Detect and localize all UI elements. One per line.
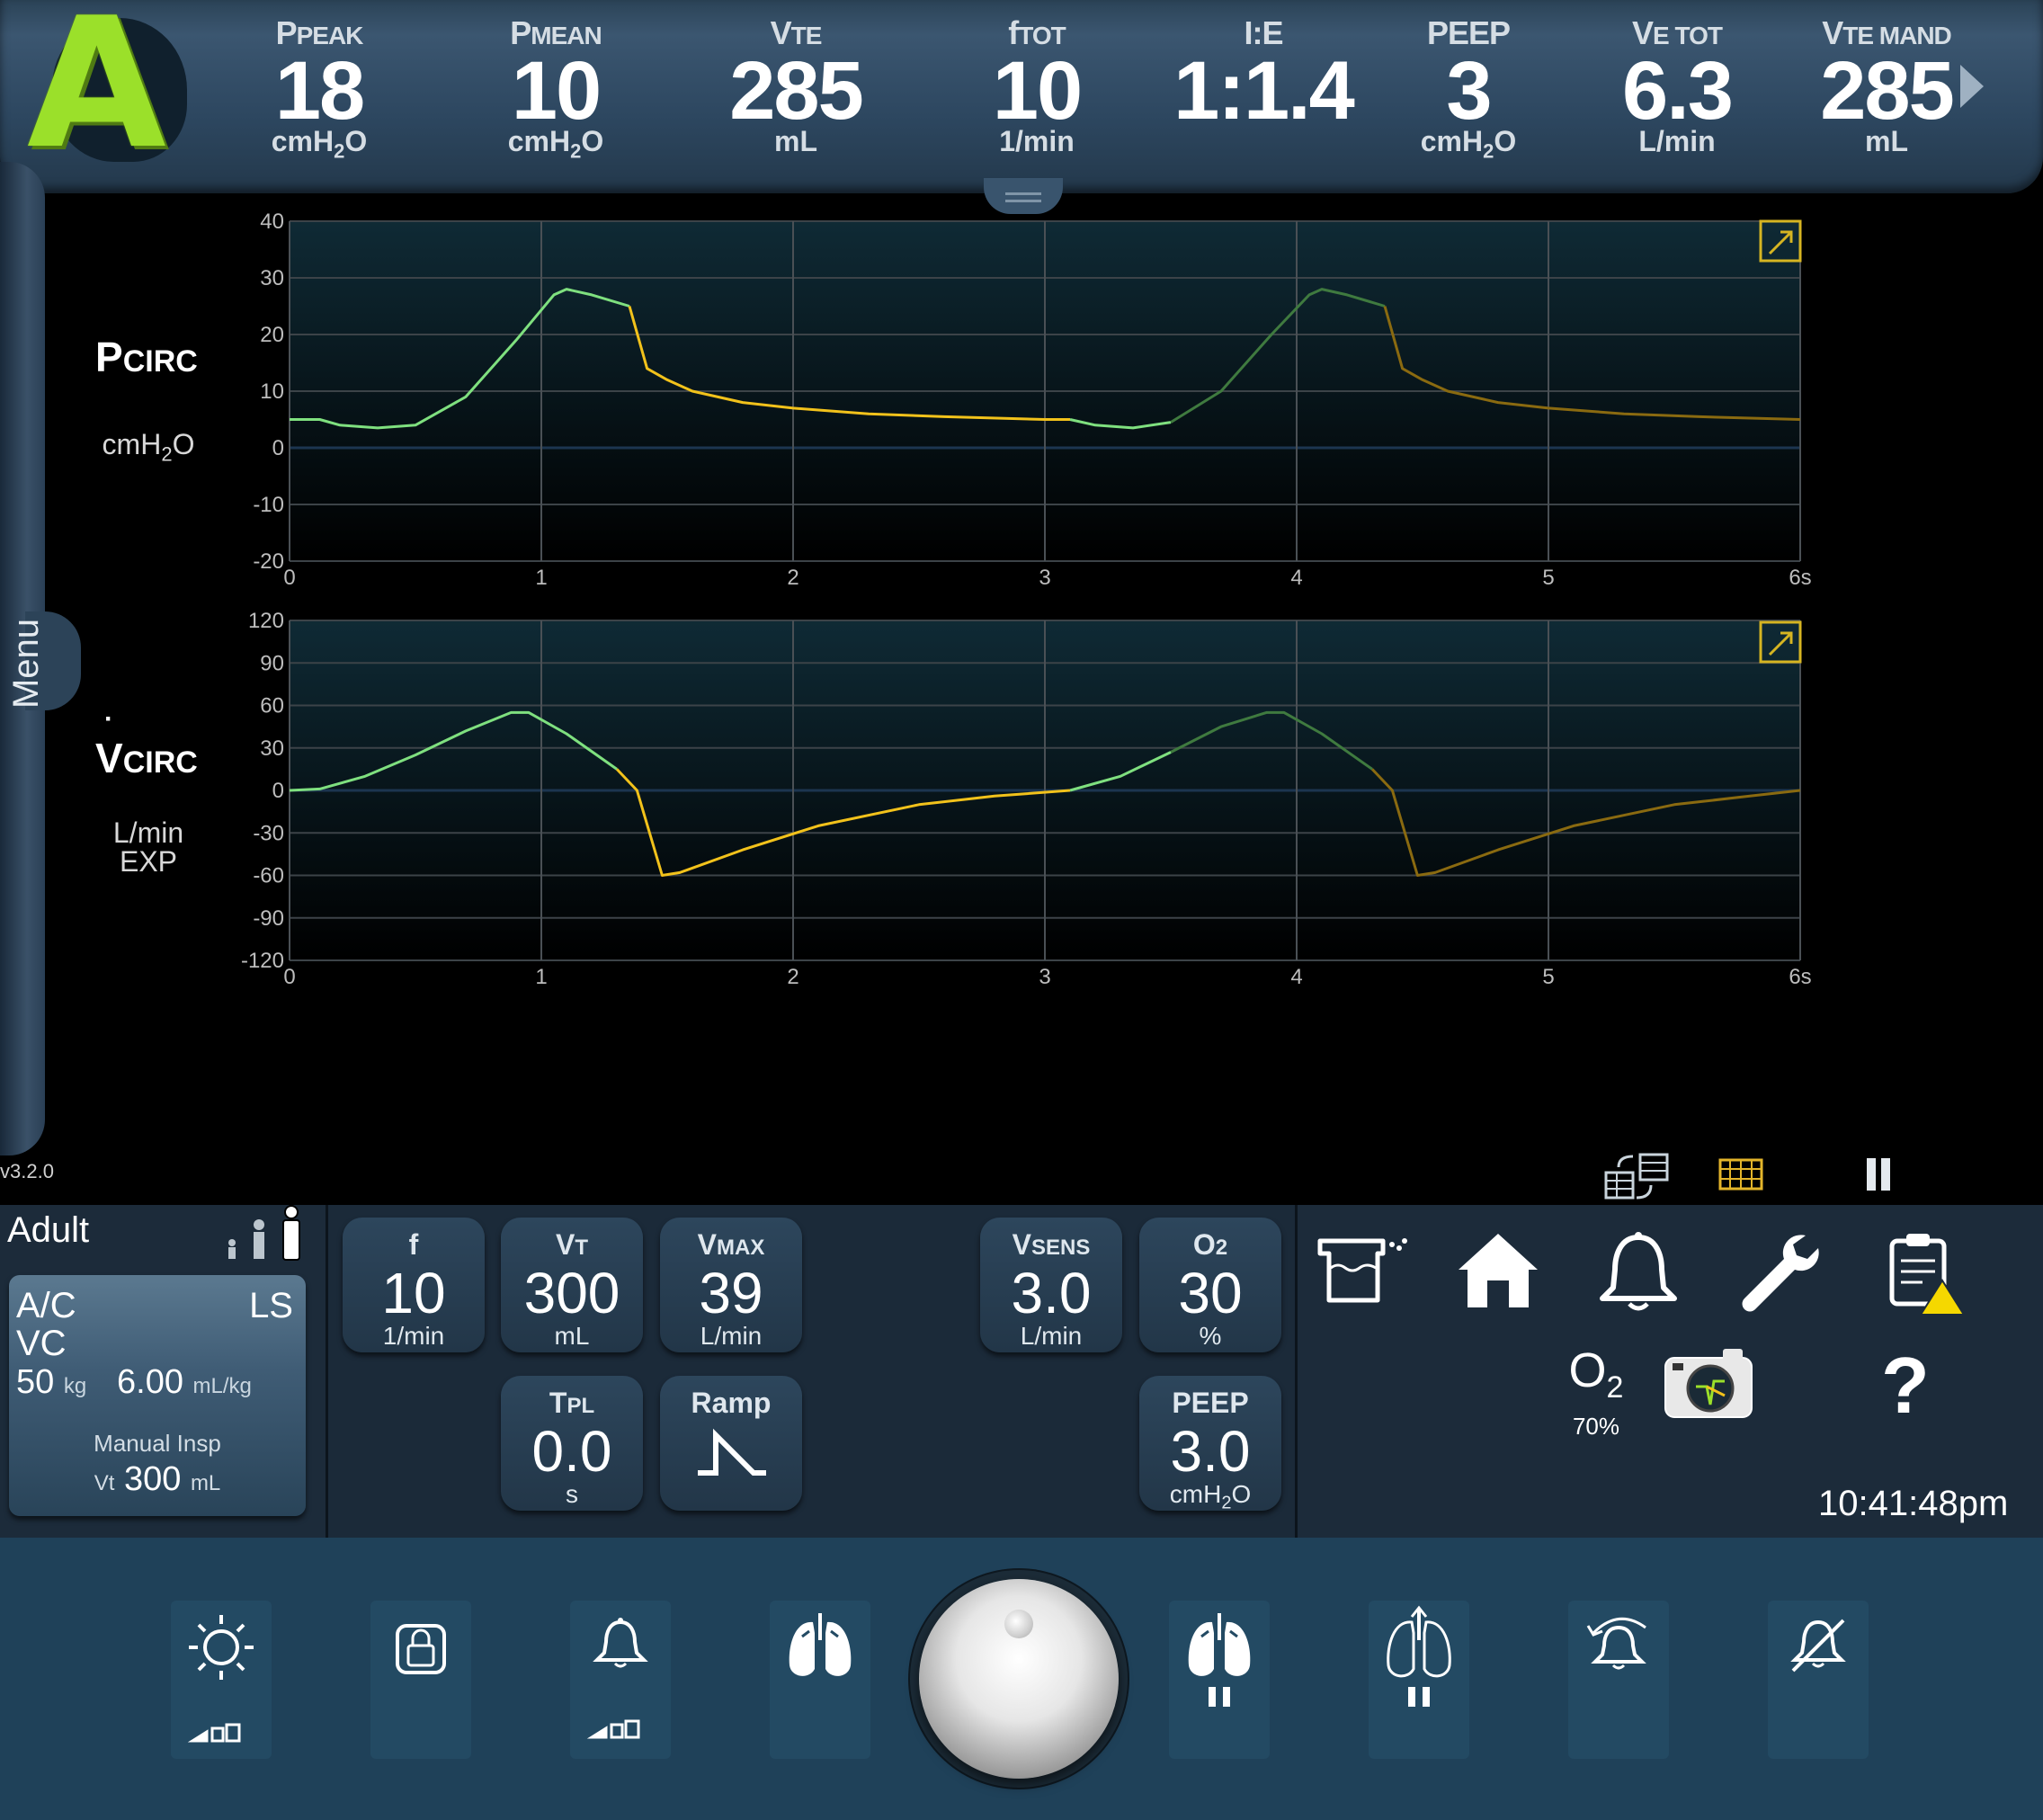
ventilation-mode-card[interactable]: A/C LS VC 50 kg 6.00 mL/kg Manual Insp V…: [9, 1275, 306, 1516]
mode-type: A/C: [16, 1286, 76, 1325]
flow-xtick: 2: [787, 965, 798, 989]
setting-flow-pattern[interactable]: Ramp: [660, 1376, 802, 1511]
screen-lock-key[interactable]: [370, 1601, 471, 1759]
pressure-xtick: 1: [535, 566, 547, 590]
alarm-reset-icon: [1586, 1617, 1646, 1670]
setting-peep[interactable]: PEEP 3.0 cmH2O: [1139, 1376, 1281, 1513]
inspiratory-hold-key[interactable]: [1169, 1601, 1270, 1759]
pressure-xtick: 3: [1039, 566, 1050, 590]
control-knob[interactable]: [919, 1579, 1119, 1779]
pressure-ytick: -20: [253, 549, 284, 574]
patient-size-icon[interactable]: [219, 1203, 309, 1266]
pressure-ytick: 40: [260, 210, 284, 234]
flow-xtick: 4: [1290, 965, 1302, 989]
flow-ytick: 90: [260, 651, 284, 675]
flow-xtick: 5: [1542, 965, 1554, 989]
manual-insp-label: Manual Insp: [94, 1430, 221, 1457]
setting-vmax[interactable]: VMAX 39 L/min: [660, 1218, 802, 1352]
event-log-clipboard-icon[interactable]: [1887, 1228, 1967, 1318]
flow-chart: 1209060300-30-60-90-1200 1 2 3 4 5 6s: [241, 609, 1812, 989]
manual-breath-key[interactable]: [770, 1601, 870, 1759]
flow-ytick: 120: [248, 609, 284, 633]
setting-rate[interactable]: f 10 1/min: [343, 1218, 485, 1352]
patient-weight: 50 kg: [16, 1363, 87, 1401]
flow-xtick: 1: [535, 965, 547, 989]
inspiratory-hold-icon: [1188, 1613, 1251, 1707]
manual-vt: Vt 300 mL: [94, 1460, 221, 1498]
software-version: v3.2.0: [0, 1160, 54, 1182]
breath-trigger: LS: [249, 1286, 293, 1325]
screenshot-camera-icon[interactable]: [1660, 1345, 1759, 1426]
pressure-ytick: 20: [260, 323, 284, 347]
clock: 10:41:48pm: [1818, 1484, 2009, 1523]
setting-vsens[interactable]: VSENS 3.0 L/min: [980, 1218, 1122, 1352]
pressure-ytick: 0: [272, 436, 284, 460]
pressure-ytick: 30: [260, 266, 284, 290]
flow-xtick: 6s: [1789, 965, 1811, 989]
alarm-silence-key[interactable]: [1768, 1601, 1869, 1759]
vt-per-kg: 6.00 mL/kg: [117, 1363, 252, 1401]
pressure-chart: 403020100-10-200 1 2 3 4 5 6s: [253, 210, 1811, 590]
flow-ytick: 30: [260, 736, 284, 761]
waveform-charts: 403020100-10-200 1 2 3 4 5 6s 1209060300-30-60…: [241, 210, 1812, 989]
pressure-xtick: 4: [1290, 566, 1302, 590]
o2-status[interactable]: O2 70%: [1538, 1345, 1655, 1441]
alarm-volume-key[interactable]: [570, 1601, 671, 1759]
brightness-key[interactable]: [171, 1601, 272, 1759]
flow-ytick: 60: [260, 694, 284, 718]
expiratory-hold-key[interactable]: [1369, 1601, 1469, 1759]
grid-toggle-icon[interactable]: [1717, 1155, 1766, 1194]
flow-ytick: -60: [253, 864, 284, 888]
pressure-xtick: 6s: [1789, 566, 1811, 590]
expiratory-hold-icon: [1387, 1605, 1451, 1707]
pressure-xtick: 5: [1542, 566, 1554, 590]
ramp-waveform-icon: [698, 1428, 766, 1476]
pressure-xtick: 2: [787, 566, 798, 590]
flow-xtick: 3: [1039, 965, 1050, 989]
help-button[interactable]: ?: [1881, 1340, 1930, 1432]
control-type: VC: [16, 1324, 67, 1363]
alarm-silence-icon: [1790, 1619, 1846, 1673]
pressure-ytick: 10: [260, 379, 284, 404]
setting-o2[interactable]: O2 30 %: [1139, 1218, 1281, 1352]
alarm-reset-key[interactable]: [1568, 1601, 1669, 1759]
flow-ytick: -30: [253, 821, 284, 845]
pressure-xtick: 0: [283, 566, 295, 590]
lungs-icon: [789, 1613, 852, 1676]
pause-icon[interactable]: [1861, 1155, 1897, 1194]
setting-tpl[interactable]: TPL 0.0 s: [501, 1376, 643, 1511]
maintenance-wrench-icon[interactable]: [1734, 1228, 1824, 1315]
setting-tidal-volume[interactable]: VT 300 mL: [501, 1218, 643, 1352]
flow-ytick: -90: [253, 906, 284, 931]
humidifier-icon[interactable]: [1315, 1228, 1414, 1309]
brightness-icon: [187, 1615, 254, 1743]
alarm-settings-bell-icon[interactable]: [1593, 1228, 1683, 1315]
home-icon[interactable]: [1453, 1228, 1543, 1315]
flow-xtick: 0: [283, 965, 295, 989]
screen-lock-icon: [396, 1624, 446, 1674]
pressure-ytick: -10: [253, 493, 284, 517]
layout-swap-icon[interactable]: [1601, 1151, 1708, 1205]
flow-ytick: -120: [241, 949, 284, 973]
flow-ytick: 0: [272, 779, 284, 803]
patient-type-label: Adult: [7, 1210, 90, 1250]
alarm-volume-icon: [586, 1618, 648, 1739]
